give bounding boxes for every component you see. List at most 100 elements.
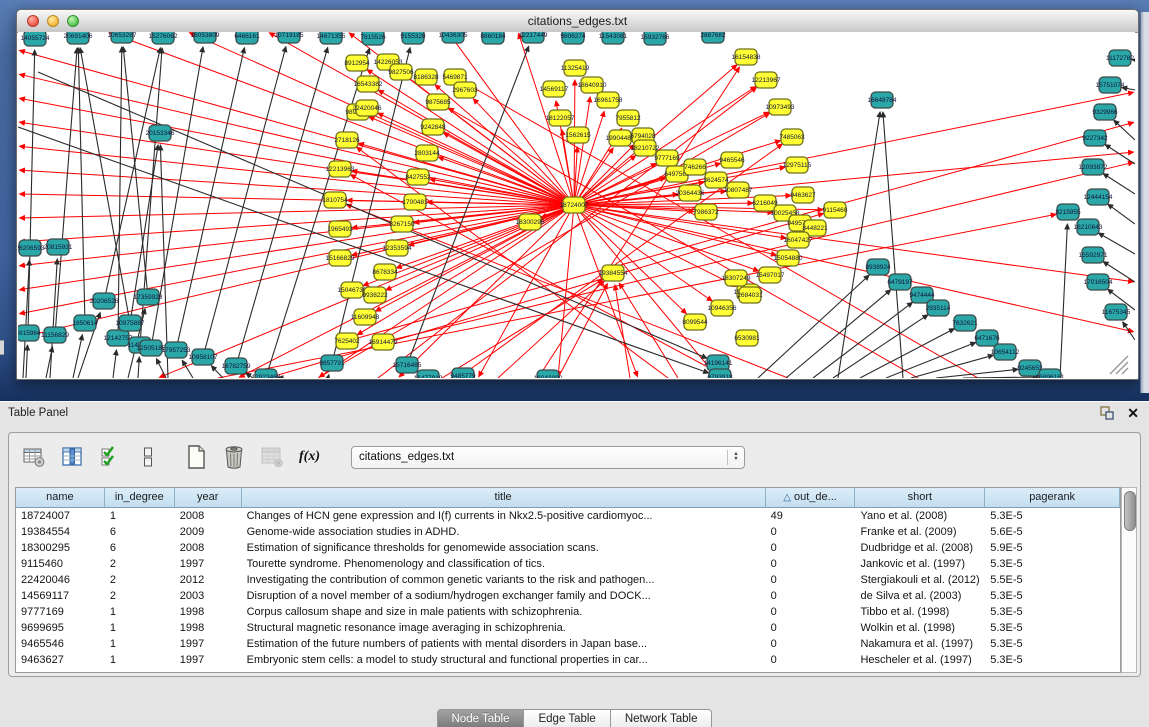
graph-node[interactable]: 9329966 xyxy=(1092,104,1118,120)
table-scrollbar[interactable] xyxy=(1121,487,1137,673)
graph-node[interactable]: 8186328 xyxy=(413,69,439,85)
graph-node[interactable]: 9242848 xyxy=(420,119,446,135)
graph-node[interactable]: 18122057 xyxy=(546,110,575,126)
graph-node[interactable]: 10975887 xyxy=(116,315,145,331)
graph-node[interactable]: 19904483 xyxy=(606,130,635,146)
graph-node[interactable]: 8938924 xyxy=(865,259,891,275)
table-row[interactable]: 977716911998Corpus callosum shape and si… xyxy=(16,604,1120,620)
graph-node[interactable]: 16648784 xyxy=(868,92,897,108)
graph-node[interactable]: 18640910 xyxy=(578,77,607,93)
graph-node[interactable]: 6471676 xyxy=(974,330,1000,346)
graph-node[interactable]: 746266 xyxy=(684,159,706,175)
table-row[interactable]: 1938455462009Genome-wide association stu… xyxy=(16,524,1120,540)
graph-node[interactable]: 11156829 xyxy=(41,327,69,343)
graph-node[interactable]: 9227342 xyxy=(1082,130,1108,146)
graph-node[interactable]: 8678334 xyxy=(372,264,398,280)
citation-graph[interactable]: 1405572420691406106532871527606216053809… xyxy=(18,32,1135,378)
column-header-year[interactable]: year xyxy=(175,488,242,507)
graph-node[interactable]: 10719185 xyxy=(275,32,304,43)
table-row[interactable]: 1872400712008Changes of HCN gene express… xyxy=(16,508,1120,524)
table-row[interactable]: 946362711997Embryonic stem cells: a mode… xyxy=(16,652,1120,668)
graph-node[interactable]: 10436305 xyxy=(439,32,468,43)
resize-grip-icon[interactable] xyxy=(1110,356,1128,374)
network-canvas[interactable]: 1405572420691406106532871527606216053809… xyxy=(18,32,1135,378)
graph-node[interactable]: 10958107 xyxy=(189,349,218,365)
graph-node[interactable]: 11172782 xyxy=(1106,50,1134,66)
graph-node[interactable]: 11675345 xyxy=(1102,304,1131,320)
graph-node[interactable]: 15054880 xyxy=(774,250,803,266)
graph-node[interactable]: 6530981 xyxy=(734,330,760,346)
graph-node[interactable]: 16210643 xyxy=(1074,219,1103,235)
graph-node[interactable]: 11609948 xyxy=(351,309,380,325)
graph-node[interactable]: 2684031 xyxy=(737,287,763,303)
graph-node[interactable]: 20206526 xyxy=(90,293,119,309)
graph-node[interactable]: 2887682 xyxy=(700,32,726,43)
float-panel-icon[interactable] xyxy=(1100,406,1115,420)
graph-node[interactable]: 11543081 xyxy=(599,32,628,44)
tab-edge-table[interactable]: Edge Table xyxy=(524,709,610,727)
table-row[interactable]: 2242004622012Investigating the contribut… xyxy=(16,572,1120,588)
table-settings-icon[interactable] xyxy=(21,445,46,470)
graph-node[interactable]: 1850614 xyxy=(72,315,98,331)
graph-node[interactable]: 15932766 xyxy=(641,32,670,45)
graph-node[interactable]: 17957253 xyxy=(162,342,191,358)
graph-node[interactable]: 8427552 xyxy=(405,169,431,185)
graph-node[interactable]: 16782759 xyxy=(222,358,251,374)
graph-node[interactable]: 10946356 xyxy=(708,300,737,316)
graph-node[interactable]: 2967603 xyxy=(452,82,478,98)
graph-node[interactable]: 9463627 xyxy=(790,187,816,203)
select-rows-icon[interactable] xyxy=(97,445,122,470)
graph-node[interactable]: 9827506 xyxy=(388,64,414,80)
graph-node[interactable]: 15716485 xyxy=(393,357,422,373)
graph-node[interactable]: 15592971 xyxy=(1079,247,1108,263)
zoom-window-icon[interactable] xyxy=(67,15,79,27)
graph-node[interactable]: 15751074 xyxy=(1096,77,1125,93)
graph-node[interactable]: 14671355 xyxy=(317,32,346,44)
close-panel-icon[interactable]: ✕ xyxy=(1127,406,1139,420)
table-row[interactable]: 969969511998Structural magnetic resonanc… xyxy=(16,620,1120,636)
delete-icon[interactable] xyxy=(221,445,246,470)
graph-node[interactable]: 7986372 xyxy=(693,204,719,220)
column-header-name[interactable]: name xyxy=(16,488,105,507)
graph-node[interactable]: 14055724 xyxy=(21,32,50,46)
graph-node[interactable]: 9155328 xyxy=(400,32,426,44)
graph-node[interactable]: 2803144 xyxy=(414,145,440,161)
graph-node[interactable]: 1700481 xyxy=(402,194,428,210)
column-header-pagerank[interactable]: pagerank xyxy=(985,488,1120,507)
network-window[interactable]: citations_edges.txt 14055724 20691406 1065… xyxy=(16,9,1139,380)
graph-node[interactable]: 6479197 xyxy=(887,274,913,290)
network-window-titlebar[interactable]: citations_edges.txt xyxy=(17,10,1138,33)
graph-node[interactable]: 9777169 xyxy=(654,150,680,166)
graph-node[interactable]: 6466161 xyxy=(234,32,260,44)
column-header-short[interactable]: short xyxy=(855,488,985,507)
graph-node[interactable]: 14569117 xyxy=(540,81,569,97)
graph-node[interactable]: 10807487 xyxy=(724,182,753,198)
graph-node[interactable]: 12505185 xyxy=(137,340,166,356)
graph-node[interactable]: 8912954 xyxy=(344,55,370,71)
graph-node[interactable]: 20691406 xyxy=(64,32,93,44)
graph-node[interactable]: 10653287 xyxy=(108,32,137,43)
graph-node[interactable]: 10973493 xyxy=(766,99,795,115)
graph-node[interactable]: 9115460 xyxy=(823,202,848,218)
graph-node[interactable]: 8099544 xyxy=(682,314,708,330)
graph-node[interactable]: 20815931 xyxy=(44,239,73,255)
new-document-icon[interactable] xyxy=(183,445,208,470)
graph-node[interactable]: 12444154 xyxy=(1084,189,1113,205)
graph-node[interactable]: 20153346 xyxy=(146,125,175,141)
graph-node[interactable]: 16896161 xyxy=(1036,369,1065,378)
column-header-title[interactable]: title xyxy=(242,488,766,507)
graph-node[interactable]: 9465546 xyxy=(719,152,745,168)
graph-node[interactable]: 17359928 xyxy=(134,289,163,305)
graph-node[interactable]: 16914479 xyxy=(369,334,398,350)
tab-network-table[interactable]: Network Table xyxy=(611,709,713,727)
graph-node[interactable]: 7625402 xyxy=(334,333,360,349)
column-header-in_degree[interactable]: in_degree xyxy=(105,488,175,507)
graph-node[interactable]: 7955812 xyxy=(615,110,641,126)
graph-node[interactable]: 19384554 xyxy=(599,265,628,281)
graph-node[interactable]: 20364436 xyxy=(676,185,705,201)
graph-node[interactable]: 12093872 xyxy=(1079,159,1108,175)
graph-node[interactable]: 11325419 xyxy=(561,60,590,76)
graph-node[interactable]: 2718126 xyxy=(334,132,360,148)
graph-node[interactable]: 16053809 xyxy=(191,32,220,43)
graph-node[interactable]: 1562615 xyxy=(565,127,591,143)
